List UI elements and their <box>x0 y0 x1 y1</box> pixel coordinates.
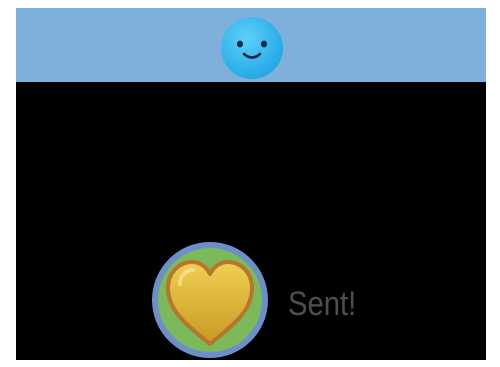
yellow-heart-icon <box>152 242 268 358</box>
sent-confirmation: Sent! <box>16 234 486 358</box>
watch-screen: Sent! <box>16 8 486 360</box>
header-bar <box>16 8 486 82</box>
smiley-face-icon <box>221 17 283 79</box>
sent-status-label: Sent! <box>288 285 357 323</box>
